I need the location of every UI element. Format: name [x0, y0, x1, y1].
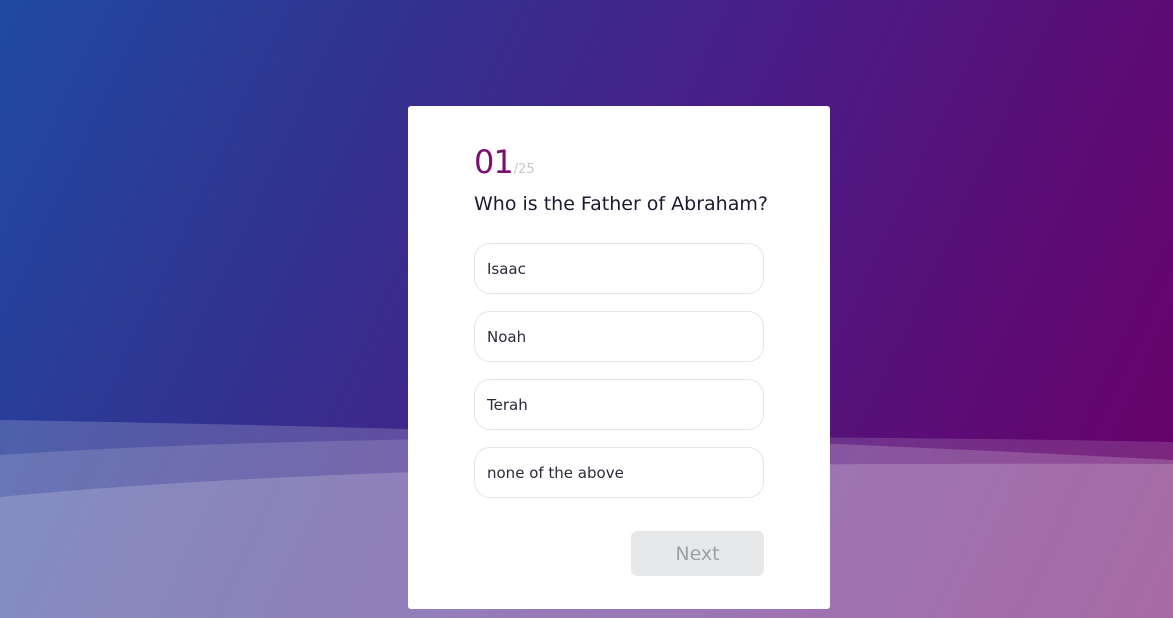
- question-counter: 01 /25: [474, 146, 535, 178]
- answer-option-terah[interactable]: Terah: [474, 379, 764, 430]
- answer-option-label: Terah: [487, 395, 528, 414]
- total-questions: /25: [513, 162, 535, 177]
- answer-option-none-of-the-above[interactable]: none of the above: [474, 447, 764, 498]
- quiz-card: 01 /25 Who is the Father of Abraham? Isa…: [408, 106, 830, 609]
- answer-option-label: Isaac: [487, 259, 526, 278]
- next-button[interactable]: Next: [631, 531, 764, 576]
- question-text: Who is the Father of Abraham?: [474, 193, 768, 215]
- answer-option-noah[interactable]: Noah: [474, 311, 764, 362]
- answer-options: Isaac Noah Terah none of the above: [474, 243, 764, 515]
- answer-option-label: none of the above: [487, 463, 624, 482]
- answer-option-isaac[interactable]: Isaac: [474, 243, 764, 294]
- answer-option-label: Noah: [487, 327, 527, 346]
- quiz-page: 01 /25 Who is the Father of Abraham? Isa…: [0, 0, 1173, 618]
- current-question-number: 01: [474, 143, 514, 181]
